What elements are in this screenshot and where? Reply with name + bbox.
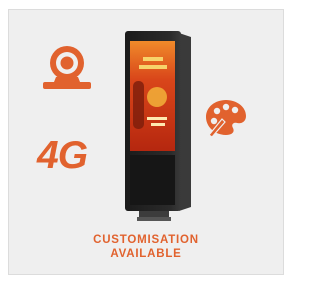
feature-card: 4G CUSTOMISATION AVAILABLE bbox=[8, 9, 284, 275]
4g-label: 4G bbox=[37, 134, 88, 177]
caption-line-2: AVAILABLE bbox=[110, 248, 182, 260]
webcam-icon bbox=[43, 46, 91, 89]
paint-palette-icon bbox=[206, 100, 246, 137]
caption-line-1: CUSTOMISATION bbox=[93, 234, 199, 246]
customisation-caption: CUSTOMISATION AVAILABLE bbox=[9, 233, 283, 261]
kiosk-image bbox=[125, 31, 191, 221]
